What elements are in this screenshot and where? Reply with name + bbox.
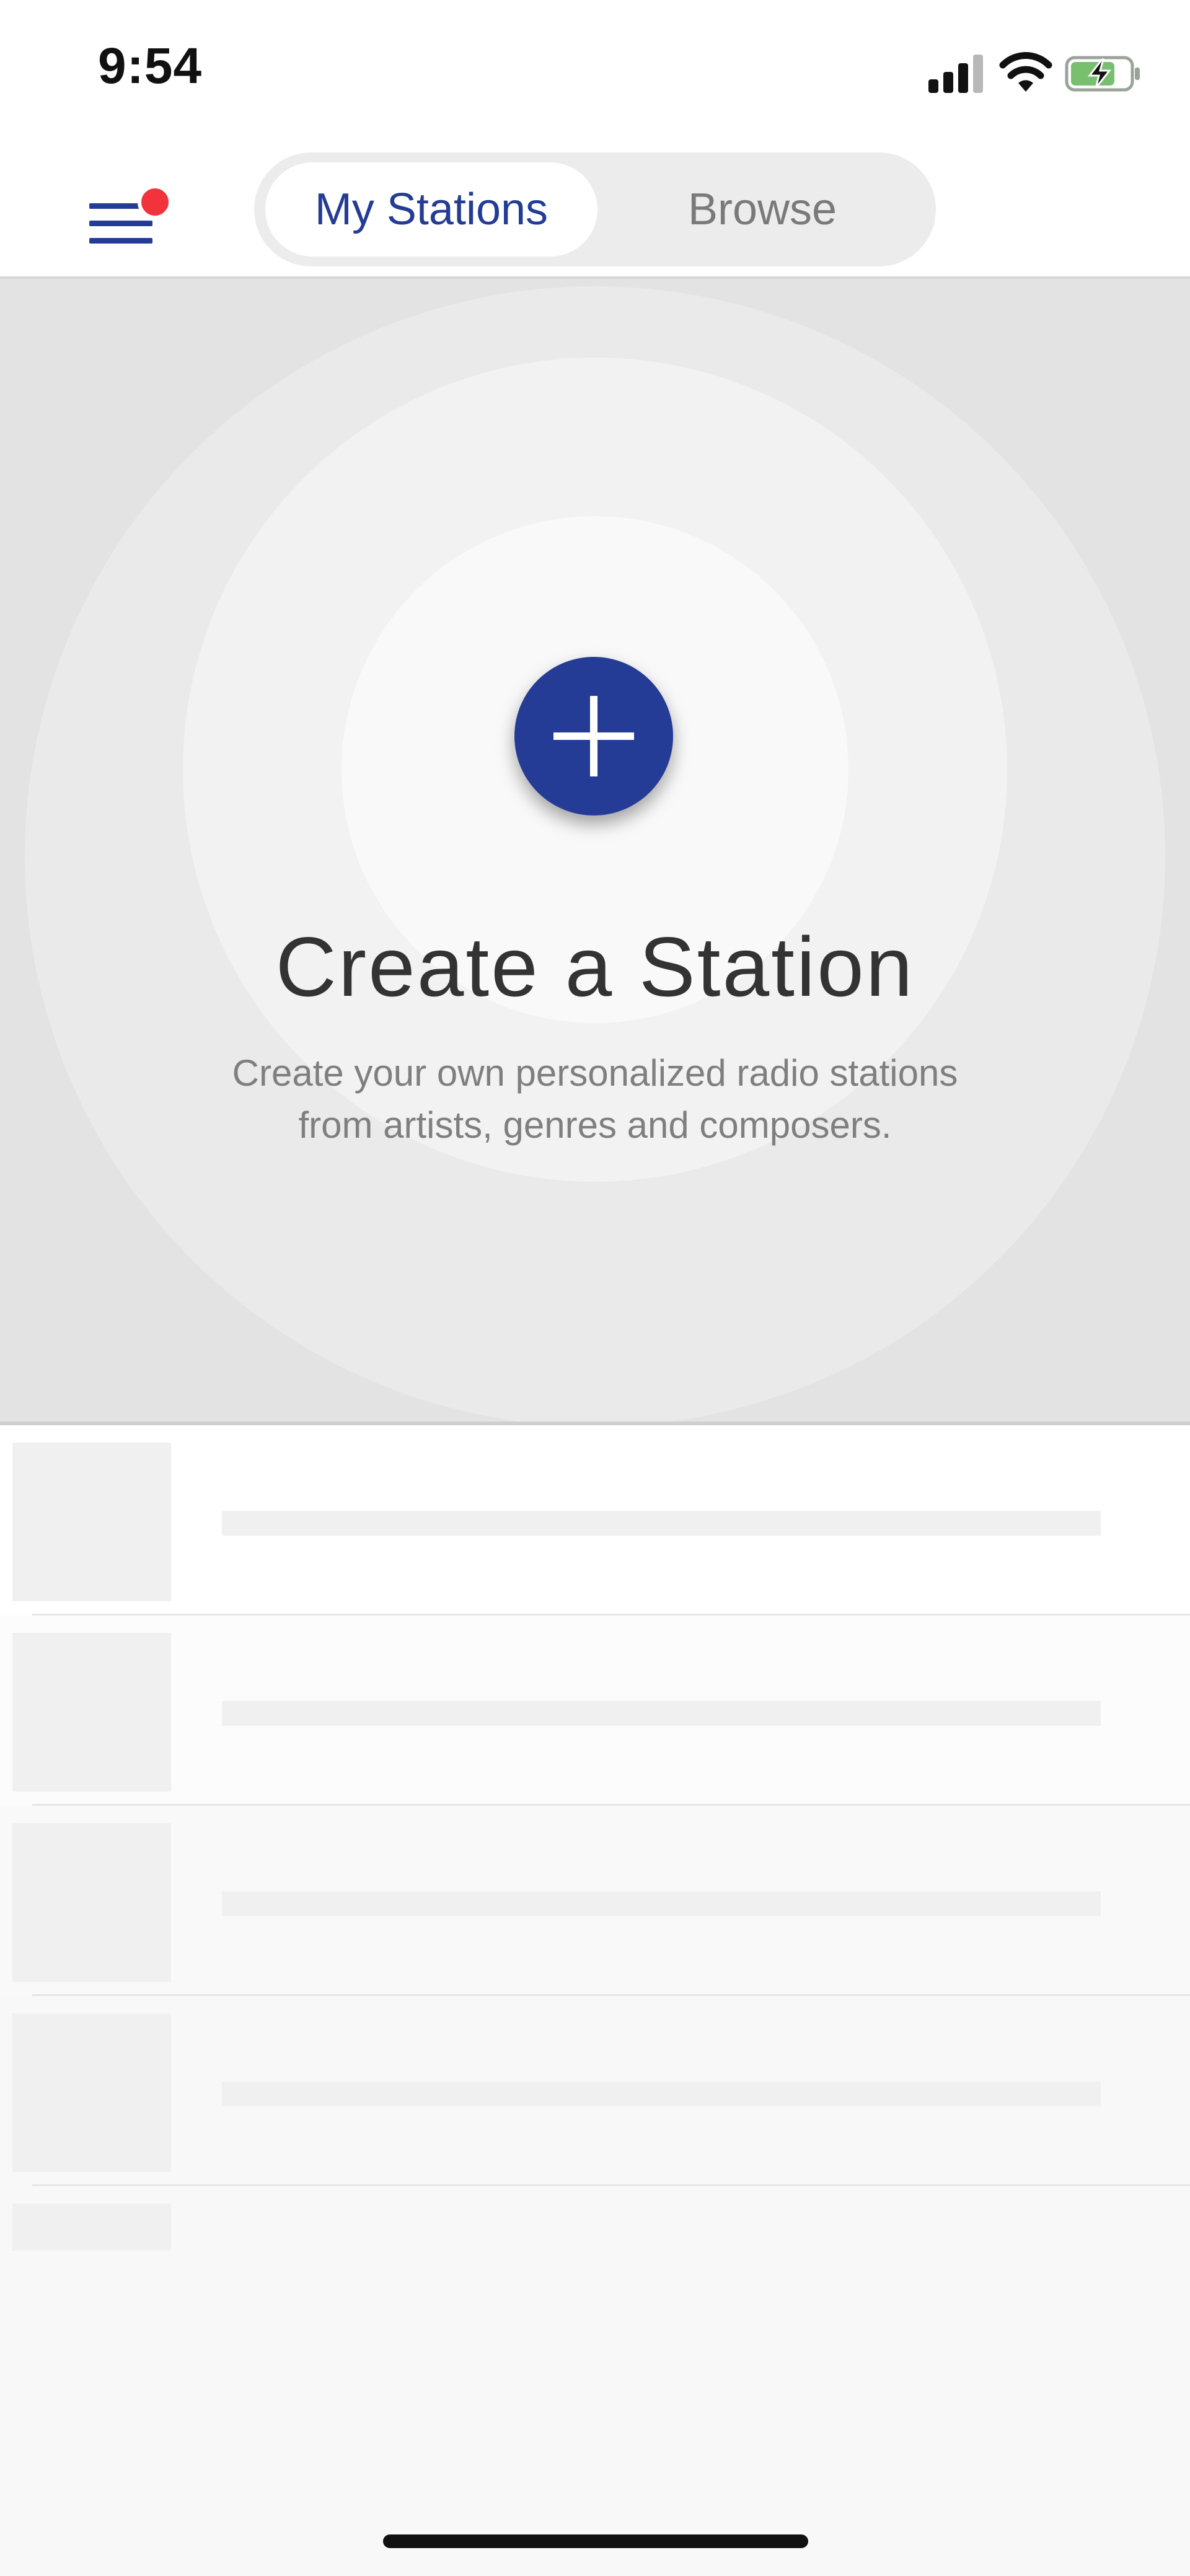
menu-button[interactable] — [87, 180, 172, 254]
create-station-hero: Create a Station Create your own persona… — [0, 279, 1190, 1425]
status-bar: 9:54 — [0, 0, 1190, 143]
description-line-1: Create your own personalized radio stati… — [232, 1052, 958, 1094]
top-navigation: My Stations Browse — [0, 143, 1190, 279]
list-item-placeholder — [0, 1996, 1190, 2186]
thumbnail-placeholder — [12, 1633, 171, 1791]
text-placeholder — [222, 1511, 1101, 1536]
text-placeholder — [222, 2081, 1101, 2106]
thumbnail-placeholder — [12, 1443, 171, 1601]
thumbnail-placeholder — [12, 2013, 171, 2172]
notification-badge — [138, 185, 172, 219]
text-placeholder — [222, 1891, 1101, 1916]
home-indicator — [383, 2534, 808, 2548]
list-item-placeholder — [0, 1615, 1190, 1806]
status-time: 9:54 — [98, 38, 203, 94]
wifi-icon — [999, 52, 1052, 92]
tab-my-stations[interactable]: My Stations — [265, 162, 597, 257]
create-station-title: Create a Station — [275, 920, 915, 1014]
hamburger-menu-line — [89, 221, 152, 226]
description-line-2: from artists, genres and composers. — [298, 1104, 892, 1146]
cellular-signal-icon — [928, 55, 985, 93]
list-item-placeholder — [0, 1425, 1190, 1615]
list-item-placeholder — [0, 1806, 1190, 1996]
thumbnail-placeholder-partial — [12, 2204, 171, 2251]
plus-icon — [553, 696, 634, 776]
station-tabs: My Stations Browse — [254, 152, 936, 266]
hamburger-menu-line — [89, 238, 152, 244]
battery-charging-icon — [1065, 56, 1140, 92]
row-divider — [32, 2184, 1190, 2186]
station-list-skeleton — [0, 1425, 1190, 2576]
create-station-description: Create your own personalized radio stati… — [0, 1047, 1190, 1151]
text-placeholder — [222, 1701, 1101, 1726]
thumbnail-placeholder — [12, 1823, 171, 1982]
create-station-button[interactable] — [514, 657, 673, 815]
tab-browse[interactable]: Browse — [601, 162, 923, 257]
